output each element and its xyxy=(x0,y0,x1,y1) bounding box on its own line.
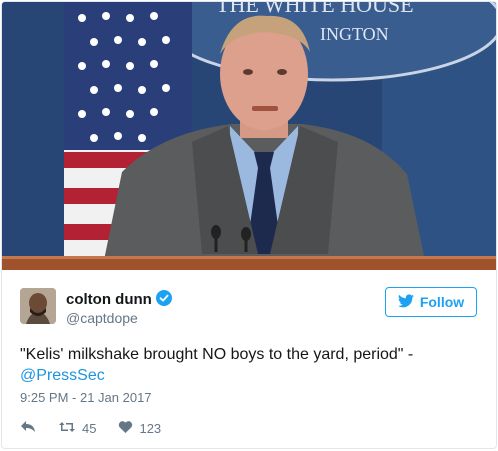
tweet-card: THE WHITE HOUSE INGTON colton dunn @capt… xyxy=(1,1,497,449)
avatar-image xyxy=(20,288,56,324)
avatar[interactable] xyxy=(20,288,56,324)
mention-link[interactable]: @PressSec xyxy=(20,367,105,384)
twitter-bird-icon xyxy=(397,293,414,311)
tweet-body: colton dunn @captdope Follow "Kelis' mil… xyxy=(2,270,496,448)
photo-illustration: THE WHITE HOUSE INGTON xyxy=(2,2,496,270)
display-name[interactable]: colton dunn xyxy=(66,290,172,310)
tweet-text-body: "Kelis' milkshake brought NO boys to the… xyxy=(20,346,414,363)
retweet-icon xyxy=(58,420,76,437)
timestamp[interactable]: 9:25 PM - 21 Jan 2017 xyxy=(20,390,152,405)
retweet-button[interactable]: 45 xyxy=(58,420,96,437)
like-count: 123 xyxy=(139,420,162,436)
backdrop-text-bottom: INGTON xyxy=(320,24,389,44)
verified-badge-icon xyxy=(155,290,172,310)
like-button[interactable]: 123 xyxy=(118,420,161,437)
backdrop-text-top: THE WHITE HOUSE xyxy=(216,2,414,17)
retweet-count: 45 xyxy=(82,420,97,436)
press-briefing-photo[interactable]: THE WHITE HOUSE INGTON xyxy=(2,2,496,270)
heart-icon xyxy=(118,420,133,437)
reply-button[interactable] xyxy=(20,420,36,437)
handle[interactable]: @captdope xyxy=(66,310,138,326)
follow-button[interactable]: Follow xyxy=(385,287,477,317)
display-name-text: colton dunn xyxy=(66,291,152,308)
tweet-actions: 45 123 xyxy=(20,418,183,438)
reply-icon xyxy=(20,420,36,437)
follow-label: Follow xyxy=(419,294,465,310)
tweet-text: "Kelis' milkshake brought NO boys to the… xyxy=(20,344,480,386)
